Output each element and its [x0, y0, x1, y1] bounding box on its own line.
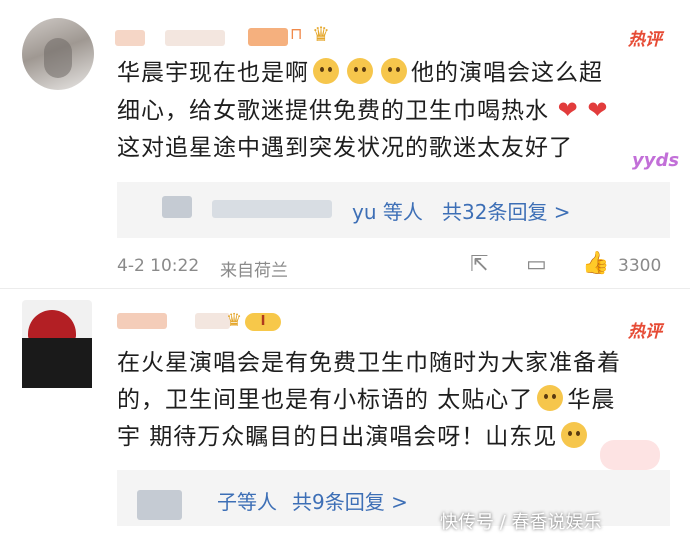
- comment-icon[interactable]: ▭: [526, 252, 547, 277]
- reply-count-link[interactable]: 共9条回复 >: [292, 486, 408, 515]
- share-icon[interactable]: ⇱: [470, 252, 488, 277]
- reply-user-blur: [137, 490, 182, 520]
- username-blur[interactable]: [248, 28, 288, 46]
- crown-icon: ♛: [312, 22, 330, 46]
- reply-preview[interactable]: yu 等人 共32条回复 >: [117, 182, 670, 238]
- username-blur[interactable]: [195, 313, 230, 329]
- comment-source: 来自荷兰: [220, 261, 288, 281]
- emoji-icon: [347, 58, 373, 84]
- divider: [0, 288, 690, 289]
- reply-users[interactable]: yu 等人: [352, 196, 423, 225]
- emoji-icon: [381, 58, 407, 84]
- comment-line: 在火星演唱会是有免费卫生巾随时为大家准备着: [117, 350, 621, 376]
- emoji-icon: [313, 58, 339, 84]
- comment-line: 华晨宇现在也是啊 他的演唱会这么超: [117, 58, 603, 86]
- level-badge: I: [245, 313, 281, 331]
- yyds-sticker: yyds: [632, 150, 680, 171]
- comment-time: 4-2 10:22: [117, 256, 200, 276]
- comment-line: 的，卫生间里也是有小标语的 太贴心了 华晨: [117, 385, 616, 413]
- like-count: 3300: [618, 256, 662, 276]
- sticker-icon: [600, 440, 660, 470]
- avatar[interactable]: [22, 300, 92, 388]
- reply-count-link[interactable]: 共32条回复 >: [442, 196, 571, 225]
- comment-body: 华晨宇现在也是啊 他的演唱会这么超 细心，给女歌迷提供免费的卫生巾喝热水 ❤ ❤ …: [117, 55, 677, 167]
- username-blur[interactable]: [115, 30, 145, 46]
- heart-icon: ❤ ❤: [549, 96, 609, 124]
- hot-badge: 热评: [628, 30, 662, 50]
- avatar[interactable]: [22, 18, 94, 90]
- watermark: 快传号 / 春香说娱乐: [440, 512, 602, 533]
- comment-line: 细心，给女歌迷提供免费的卫生巾喝热水 ❤ ❤: [117, 96, 609, 124]
- comment-line: 宇 期待万众瞩目的日出演唱会呀！山东见: [117, 419, 677, 456]
- like-icon[interactable]: 👍: [582, 251, 609, 276]
- comment-body: 在火星演唱会是有免费卫生巾随时为大家准备着 的，卫生间里也是有小标语的 太贴心了…: [117, 345, 677, 456]
- reply-users[interactable]: 子等人: [217, 486, 277, 515]
- emoji-icon: [561, 422, 588, 448]
- hot-badge: 热评: [628, 322, 662, 342]
- comment-line: 这对追星途中遇到突发状况的歌迷太友好了: [117, 135, 573, 161]
- crown-icon: ♛: [226, 310, 243, 331]
- reply-user-blur: [162, 196, 192, 218]
- username-blur[interactable]: [165, 30, 225, 46]
- reply-user-blur: [212, 200, 332, 218]
- emoji-icon: [537, 385, 564, 411]
- username-tail: ⊓: [290, 24, 303, 43]
- username-blur[interactable]: [117, 313, 167, 329]
